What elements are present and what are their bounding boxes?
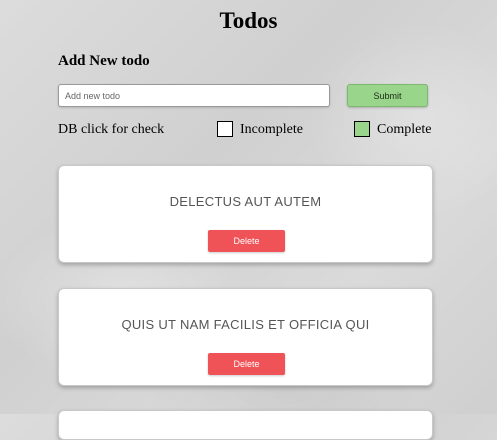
legend: DB click for check Incomplete Complete [0,121,497,139]
page-title: Todos [219,8,278,33]
add-todo-label: Add New todo [58,53,150,69]
double-click-hint: DB click for check [58,122,165,137]
todo-card[interactable]: QUIS UT NAM FACILIS ET OFFICIA QUI Delet… [58,288,433,386]
new-todo-input[interactable] [58,84,330,107]
delete-button[interactable]: Delete [208,353,285,375]
incomplete-label: Incomplete [240,122,303,137]
submit-button[interactable]: Submit [347,84,428,107]
incomplete-swatch [217,121,233,137]
todo-card[interactable]: DELECTUS AUT AUTEM Delete [58,165,433,263]
todo-card[interactable] [58,410,433,440]
delete-button[interactable]: Delete [208,230,285,252]
todo-title: DELECTUS AUT AUTEM [169,194,322,209]
complete-label: Complete [377,122,432,137]
todo-title: QUIS UT NAM FACILIS ET OFFICIA QUI [121,317,370,332]
complete-swatch [354,121,370,137]
